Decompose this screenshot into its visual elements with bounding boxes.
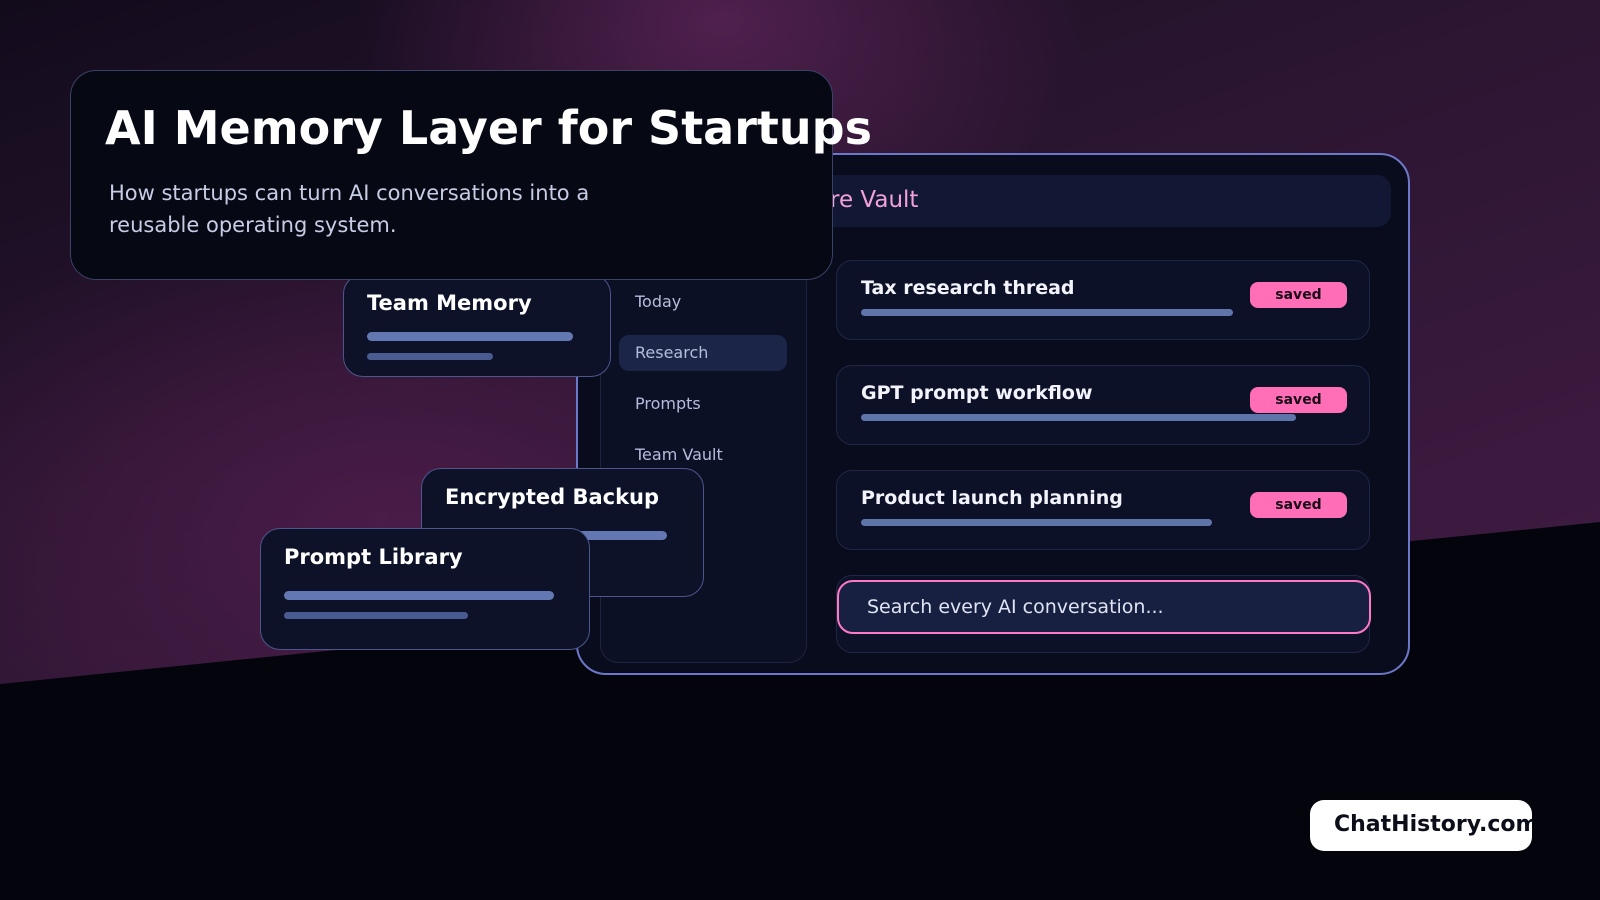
sidebar-item-label: Prompts	[635, 394, 701, 413]
sidebar-item-prompts[interactable]: Prompts	[619, 386, 787, 422]
saved-badge: saved	[1250, 282, 1347, 308]
team-memory-card[interactable]: Team Memory	[343, 274, 611, 377]
sidebar-item-today[interactable]: Today	[619, 284, 787, 320]
sidebar-item-label: Today	[635, 292, 682, 311]
card-preview-bar	[367, 353, 493, 360]
saved-badge: saved	[1250, 492, 1347, 518]
thread-card[interactable]: Tax research thread saved	[836, 260, 1370, 340]
vault-header: re Vault	[818, 175, 1391, 227]
page-title: AI Memory Layer for Startups	[105, 101, 872, 155]
thread-preview-bar	[861, 519, 1212, 526]
thread-card[interactable]: Product launch planning saved	[836, 470, 1370, 550]
sidebar: Today Research Prompts Team Vault	[600, 265, 807, 663]
card-preview-bar	[284, 591, 554, 600]
brand-logo: ChatHistory.com	[1310, 800, 1532, 851]
hero-card: AI Memory Layer for Startups How startup…	[70, 70, 872, 280]
sidebar-item-label: Team Vault	[635, 445, 723, 464]
card-preview-bar	[367, 332, 573, 341]
saved-badge: saved	[1250, 387, 1347, 413]
sidebar-item-research[interactable]: Research	[619, 335, 787, 371]
thread-title: GPT prompt workflow	[861, 382, 1093, 404]
thread-preview-bar	[861, 309, 1233, 316]
card-title: Encrypted Backup	[445, 485, 660, 509]
thread-card[interactable]: GPT prompt workflow saved	[836, 365, 1370, 445]
vault-header-label: re Vault	[830, 187, 919, 213]
thread-preview-bar	[861, 414, 1296, 421]
prompt-library-card[interactable]: Prompt Library	[260, 528, 590, 650]
sidebar-item-label: Research	[635, 343, 709, 362]
search-container: Search every AI conversation...	[836, 575, 1371, 653]
page-subtitle: How startups can turn AI conversations i…	[109, 181, 590, 237]
thread-title: Product launch planning	[861, 487, 1123, 509]
thread-title: Tax research thread	[861, 277, 1075, 299]
card-title: Team Memory	[367, 291, 532, 315]
card-title: Prompt Library	[284, 545, 463, 569]
search-input[interactable]: Search every AI conversation...	[837, 580, 1371, 634]
brand-logo-text: ChatHistory.com	[1334, 812, 1532, 837]
card-preview-bar	[284, 612, 468, 619]
